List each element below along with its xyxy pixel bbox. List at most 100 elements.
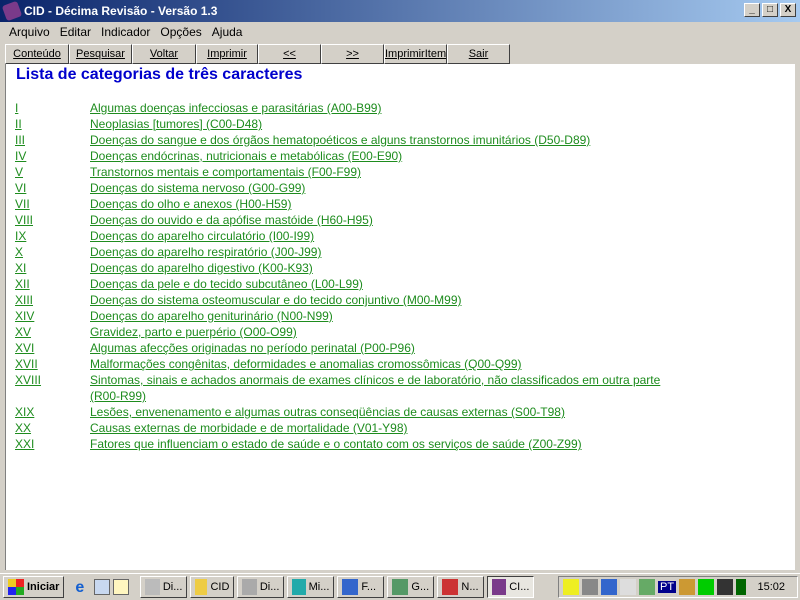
chapter-description-link-continued[interactable]: (R00-R99) [90, 388, 146, 404]
chapter-number-link[interactable]: XIX [15, 404, 34, 420]
chapter-number-link[interactable]: XVIII [15, 372, 41, 388]
voltar-button[interactable]: Voltar [132, 44, 196, 64]
minimize-button[interactable]: _ [744, 3, 760, 17]
title-bar: CID - Décima Revisão - Versão 1.3 _ □ X [0, 0, 800, 22]
chapter-description-link[interactable]: Algumas afecções originadas no período p… [90, 340, 415, 356]
desktop-icon[interactable] [94, 579, 111, 595]
previous-button[interactable]: << [258, 44, 321, 64]
chapter-description-link[interactable]: Sintomas, sinais e achados anormais de e… [90, 372, 660, 388]
task-icon [195, 579, 208, 595]
soft-icon[interactable] [601, 579, 617, 595]
chapter-number-link[interactable]: VIII [15, 212, 33, 228]
task-icon [292, 579, 306, 595]
chapter-number-link[interactable]: X [15, 244, 23, 260]
chapter-description-link[interactable]: Doenças do sangue e dos órgãos hematopoé… [90, 132, 590, 148]
chapter-description-link[interactable]: Doenças do aparelho geniturinário (N00-N… [90, 308, 333, 324]
chapter-description-link[interactable]: Transtornos mentais e comportamentais (F… [90, 164, 361, 180]
system-tray: PT 15:02 [558, 576, 798, 598]
network-icon[interactable] [582, 579, 598, 595]
task-label: CID [210, 581, 230, 593]
chapter-number-link[interactable]: XVI [15, 340, 34, 356]
close-button[interactable]: X [780, 3, 796, 17]
task-label: G... [411, 581, 430, 593]
task-icon [442, 579, 459, 595]
task-label: F... [361, 581, 377, 593]
update-icon[interactable] [639, 579, 655, 595]
start-label: Iniciar [27, 581, 60, 593]
mouse-icon[interactable] [620, 579, 636, 595]
maximize-button[interactable]: □ [762, 3, 778, 17]
next-button[interactable]: >> [321, 44, 384, 64]
printer-icon[interactable] [679, 579, 696, 595]
pesquisar-button[interactable]: Pesquisar [69, 44, 132, 64]
chapter-description-link[interactable]: Fatores que influenciam o estado de saúd… [90, 436, 582, 452]
chapter-description-link[interactable]: Gravidez, parto e puerpério (O00-O99) [90, 324, 297, 340]
taskbar-button[interactable]: CI... [487, 576, 535, 598]
chapter-number-link[interactable]: V [15, 164, 23, 180]
chapter-description-link[interactable]: Doenças da pele e do tecido subcutâneo (… [90, 276, 363, 292]
meter-icon[interactable] [736, 579, 747, 595]
imprimir-button[interactable]: Imprimir [196, 44, 258, 64]
menu-arquivo[interactable]: Arquivo [4, 25, 55, 39]
taskbar-button[interactable]: G... [387, 576, 435, 598]
chapter-description-link[interactable]: Doenças do sistema osteomuscular e do te… [90, 292, 462, 308]
chapter-description-link[interactable]: Causas externas de morbidade e de mortal… [90, 420, 408, 436]
chapter-number-link[interactable]: XX [15, 420, 31, 436]
chapter-number-link[interactable]: XI [15, 260, 26, 276]
chapter-number-link[interactable]: XIII [15, 292, 33, 308]
book-icon [1, 0, 23, 22]
task-label: Di... [259, 581, 280, 593]
chapter-number-link[interactable]: II [15, 116, 22, 132]
chapter-number-link[interactable]: III [15, 132, 25, 148]
chapter-description-link[interactable]: Neoplasias [tumores] (C00-D48) [90, 116, 262, 132]
menu-indicador[interactable]: Indicador [96, 25, 155, 39]
chapter-number-link[interactable]: VI [15, 180, 26, 196]
taskbar-button[interactable]: Di... [237, 576, 285, 598]
clock: 15:02 [757, 581, 785, 593]
chapter-number-link[interactable]: XIV [15, 308, 34, 324]
chapter-description-link[interactable]: Doenças do aparelho digestivo (K00-K93) [90, 260, 313, 276]
taskbar-button[interactable]: F... [337, 576, 385, 598]
menu-bar: Arquivo Editar Indicador Opções Ajuda [0, 22, 800, 42]
window-title: CID - Décima Revisão - Versão 1.3 [24, 4, 218, 18]
grid-icon[interactable] [698, 579, 715, 595]
start-button[interactable]: Iniciar [3, 576, 65, 598]
chapter-number-link[interactable]: XVII [15, 356, 38, 372]
chapter-description-link[interactable]: Doenças do aparelho respiratório (J00-J9… [90, 244, 321, 260]
chapter-number-link[interactable]: IX [15, 228, 26, 244]
chapter-number-link[interactable]: I [15, 100, 18, 116]
taskbar-button[interactable]: Di... [140, 576, 188, 598]
windows-logo-icon [8, 579, 24, 595]
chapter-description-link[interactable]: Doenças do olho e anexos (H00-H59) [90, 196, 291, 212]
chapter-description-link[interactable]: Doenças do ouvido e da apófise mastóide … [90, 212, 373, 228]
task-icon [242, 579, 257, 595]
chapter-description-link[interactable]: Algumas doenças infecciosas e parasitári… [90, 100, 381, 116]
taskbar-button[interactable]: N... [437, 576, 485, 598]
menu-opcoes[interactable]: Opções [155, 25, 206, 39]
chapter-number-link[interactable]: XXI [15, 436, 34, 452]
monitor-icon[interactable] [717, 579, 734, 595]
notepad-icon[interactable] [113, 579, 130, 595]
taskbar: Iniciar e Di... CID Di... Mi... F... G... N...… [0, 573, 800, 600]
chapter-number-link[interactable]: XV [15, 324, 31, 340]
conteudo-button[interactable]: Conteúdo [5, 44, 69, 64]
menu-ajuda[interactable]: Ajuda [207, 25, 248, 39]
sair-button[interactable]: Sair [447, 44, 510, 64]
taskbar-button[interactable]: Mi... [287, 576, 335, 598]
task-icon [392, 579, 409, 595]
chapter-description-link[interactable]: Doenças do aparelho circulatório (I00-I9… [90, 228, 314, 244]
menu-editar[interactable]: Editar [55, 25, 96, 39]
internet-explorer-icon[interactable]: e [75, 579, 91, 596]
task-icon [492, 579, 507, 595]
chapter-number-link[interactable]: IV [15, 148, 26, 164]
chapter-description-link[interactable]: Doenças do sistema nervoso (G00-G99) [90, 180, 305, 196]
taskbar-button[interactable]: CID [190, 576, 235, 598]
chapter-description-link[interactable]: Lesões, envenenamento e algumas outras c… [90, 404, 565, 420]
volume-icon[interactable] [563, 579, 579, 595]
chapter-number-link[interactable]: XII [15, 276, 30, 292]
language-indicator[interactable]: PT [658, 581, 677, 593]
imprimir-item-button[interactable]: ImprimirItem [384, 44, 447, 64]
chapter-description-link[interactable]: Malformações congênitas, deformidades e … [90, 356, 522, 372]
chapter-description-link[interactable]: Doenças endócrinas, nutricionais e metab… [90, 148, 402, 164]
chapter-number-link[interactable]: VII [15, 196, 30, 212]
